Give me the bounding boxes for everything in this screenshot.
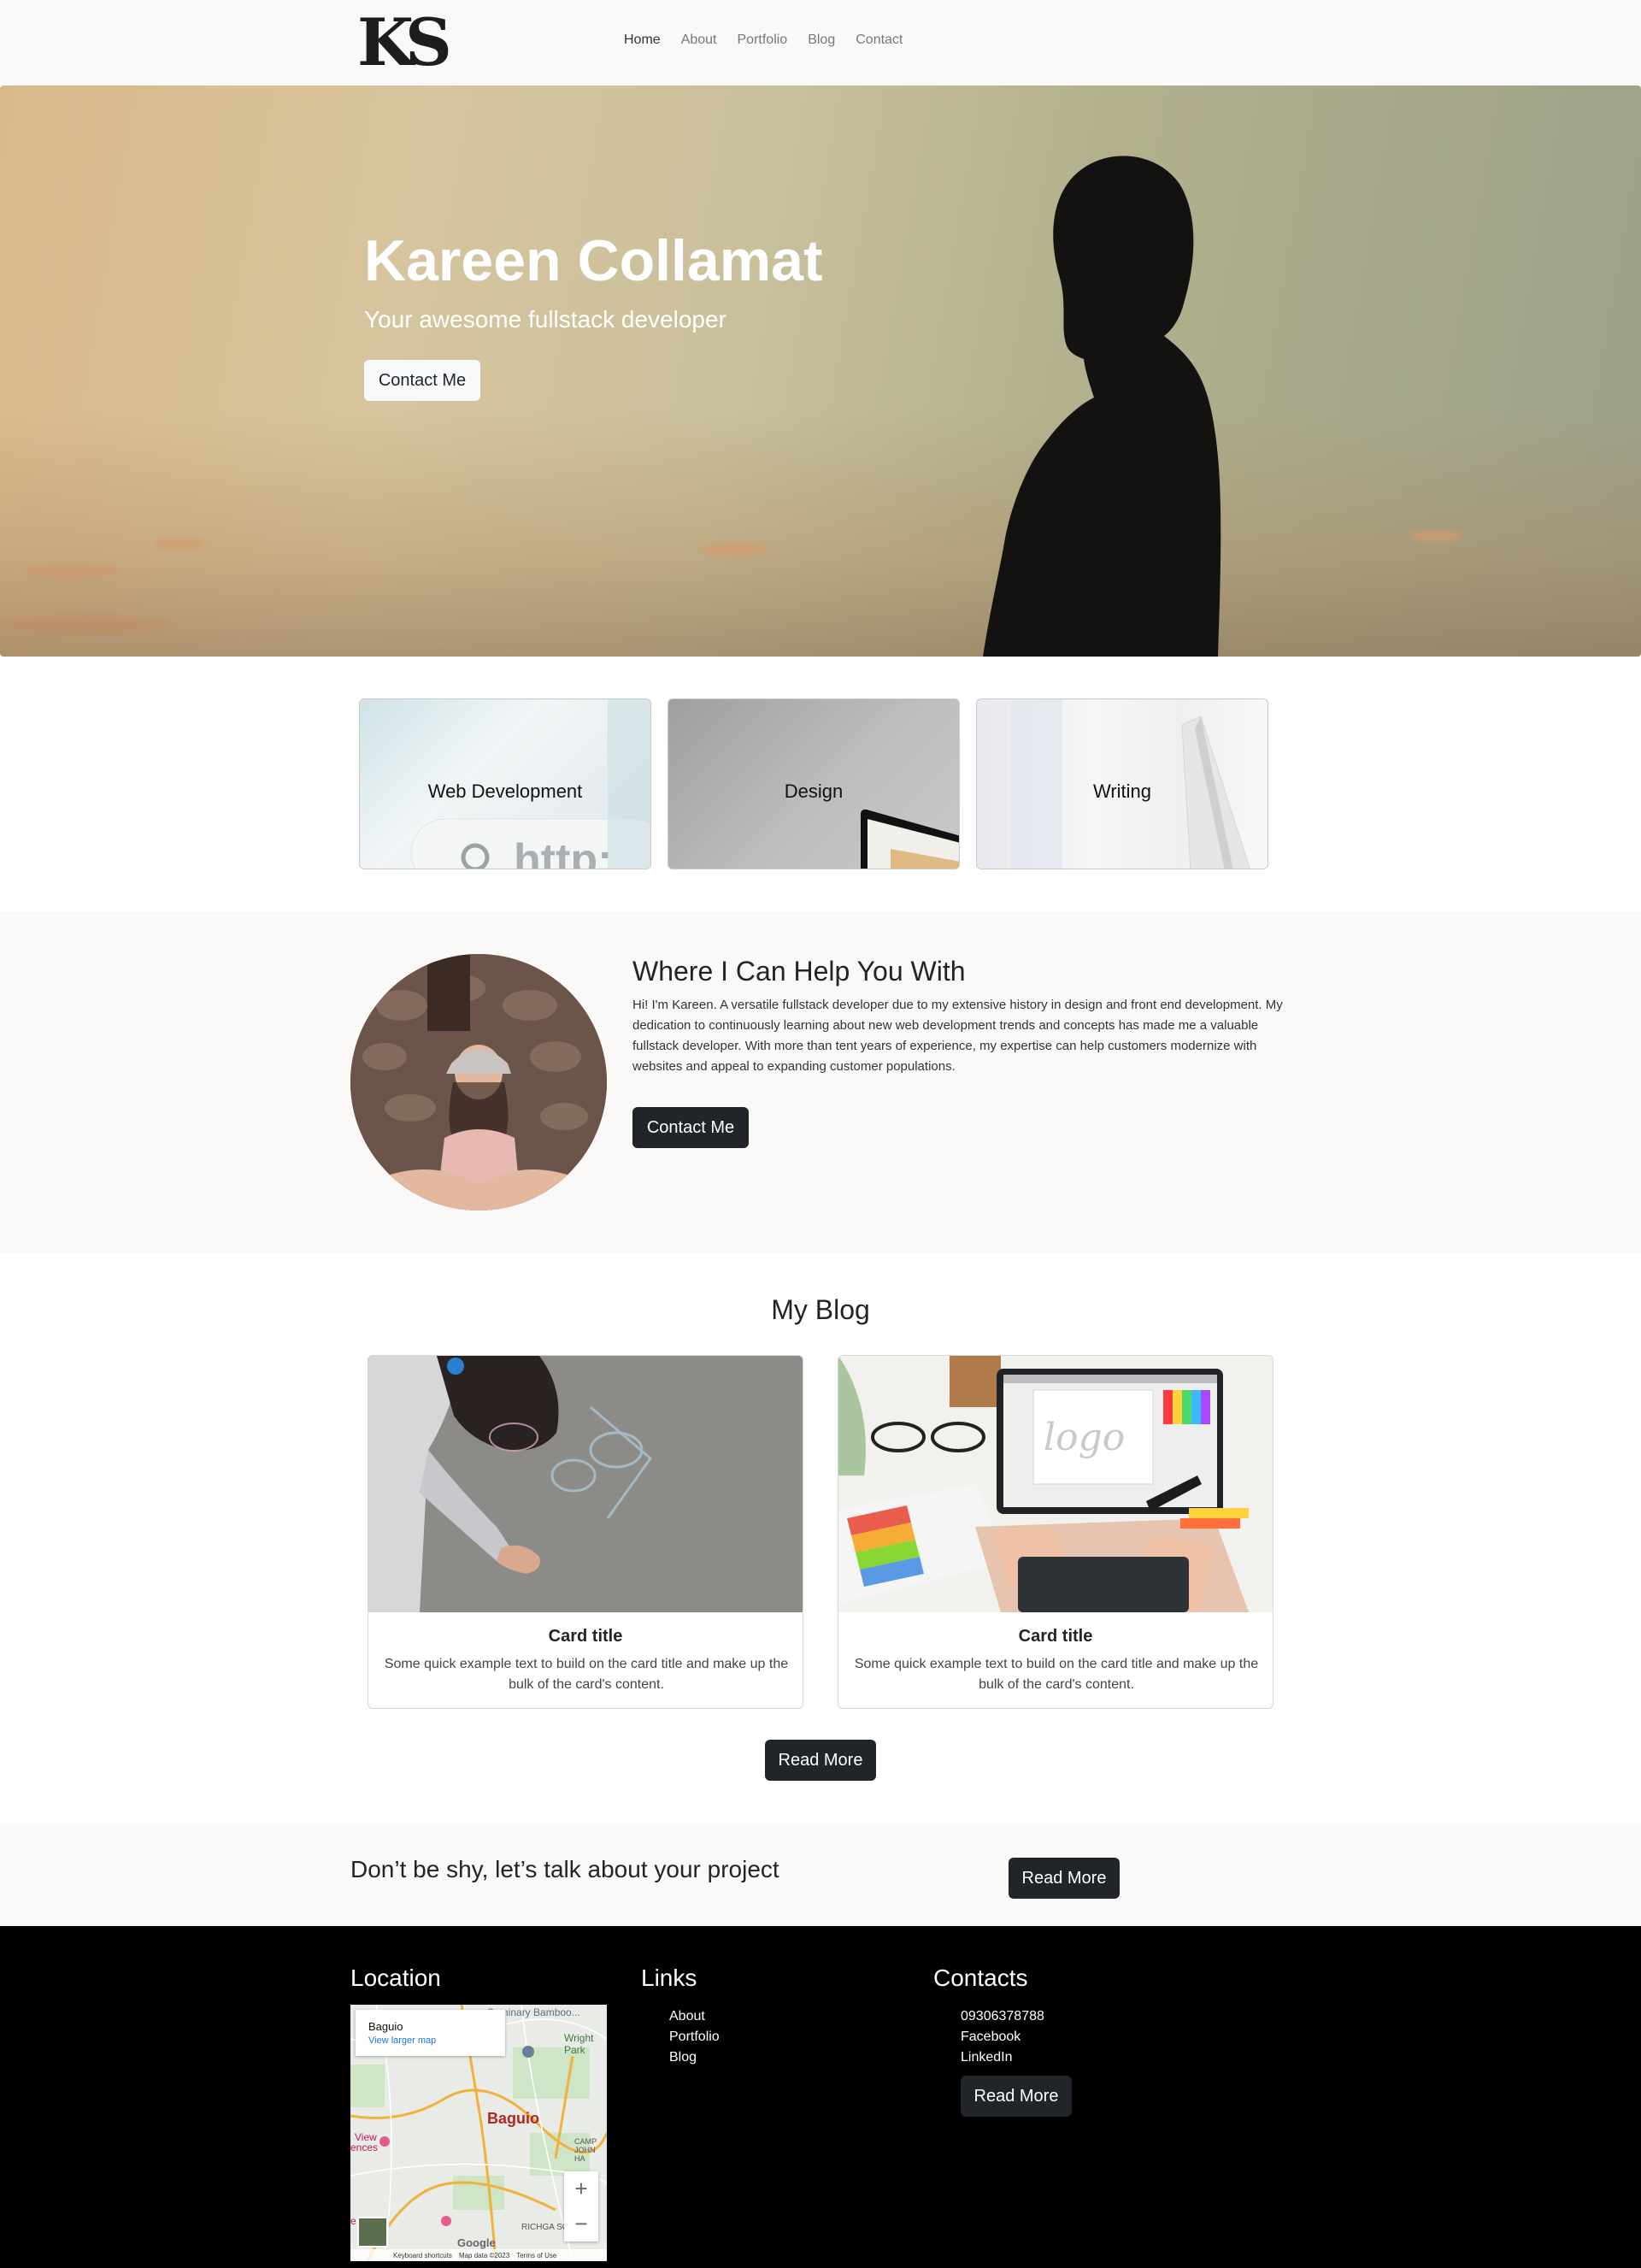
service-card-design[interactable]: Design bbox=[668, 698, 960, 869]
nav-blog[interactable]: Blog bbox=[808, 32, 835, 48]
card-title: Card title bbox=[1018, 1627, 1093, 1646]
card-text: Some quick example text to build on the … bbox=[854, 1657, 1259, 1692]
hero-title: Kareen Collamat bbox=[364, 228, 823, 293]
footer-contact-phone[interactable]: 09306378788 bbox=[961, 2006, 1044, 2027]
hero-subtitle: Your awesome fullstack developer bbox=[364, 306, 726, 333]
footer-link-blog[interactable]: Blog bbox=[669, 2047, 720, 2068]
cta-read-more-button[interactable]: Read More bbox=[1009, 1858, 1120, 1899]
service-label: Writing bbox=[1092, 781, 1152, 802]
site-logo[interactable]: KS bbox=[357, 10, 452, 75]
cta-section: Don’t be shy, let’s talk about your proj… bbox=[0, 1823, 1641, 1926]
nav-contact[interactable]: Contact bbox=[856, 32, 903, 48]
footer-contact-facebook[interactable]: Facebook bbox=[961, 2027, 1044, 2047]
service-card-web-development[interactable]: http: Web Development bbox=[359, 698, 651, 869]
nav-portfolio[interactable]: Portfolio bbox=[738, 32, 788, 48]
nav-home[interactable]: Home bbox=[624, 32, 661, 48]
map-info-card: Baguio View larger map bbox=[356, 2010, 505, 2056]
about-contact-button[interactable]: Contact Me bbox=[632, 1107, 749, 1148]
map-zoom-control: + − bbox=[564, 2171, 598, 2241]
card-text: Some quick example text to build on the … bbox=[384, 1657, 789, 1692]
cloud-decor bbox=[0, 616, 171, 634]
card-title: Card title bbox=[548, 1627, 623, 1646]
cta-text: Don’t be shy, let’s talk about your proj… bbox=[350, 1856, 779, 1882]
satellite-toggle-thumbnail[interactable] bbox=[357, 2217, 388, 2247]
profile-photo bbox=[350, 954, 607, 1211]
blog-read-more-button[interactable]: Read More bbox=[765, 1740, 876, 1781]
about-section: Where I Can Help You With Hi! I'm Kareen… bbox=[0, 911, 1641, 1253]
hero-banner: Kareen Collamat Your awesome fullstack d… bbox=[0, 85, 1641, 657]
cloud-decor bbox=[26, 564, 120, 578]
footer: Location Links Contacts Seminary Bamboo.… bbox=[0, 1926, 1641, 2268]
footer-links-title: Links bbox=[641, 1965, 697, 1991]
service-card-writing[interactable]: Writing bbox=[976, 698, 1268, 869]
google-logo: Google bbox=[457, 2236, 496, 2249]
service-label: Design bbox=[784, 781, 844, 802]
person-silhouette-image bbox=[983, 156, 1221, 657]
hero-contact-button[interactable]: Contact Me bbox=[364, 360, 480, 401]
blog-title: My Blog bbox=[771, 1294, 870, 1325]
about-paragraph: Hi! I'm Kareen. A versatile fullstack de… bbox=[632, 998, 1283, 1074]
map-data-text: Map data ©2023 bbox=[458, 2251, 510, 2259]
cloud-decor bbox=[701, 543, 769, 557]
keyboard-shortcuts-link[interactable]: Keyboard shortcuts bbox=[393, 2252, 452, 2259]
blog-card-image-chalk-drawing bbox=[368, 1356, 803, 1612]
map-place-label: ences bbox=[350, 2141, 379, 2153]
footer-link-about[interactable]: About bbox=[669, 2006, 720, 2027]
footer-read-more-button[interactable]: Read More bbox=[961, 2076, 1072, 2117]
map-place-label: Wright Park bbox=[564, 2032, 594, 2056]
zoom-out-button[interactable]: − bbox=[564, 2206, 598, 2241]
main-nav: Home About Portfolio Blog Contact bbox=[624, 32, 903, 48]
map-place-name: Baguio bbox=[368, 2020, 403, 2033]
map-place-label: CAMP JOHN HA bbox=[574, 2137, 597, 2163]
terms-link[interactable]: Terms of Use bbox=[516, 2252, 556, 2259]
svg-text:http:: http: bbox=[514, 835, 612, 869]
view-larger-map-link[interactable]: View larger map bbox=[368, 2035, 436, 2046]
svg-text:logo: logo bbox=[1044, 1416, 1125, 1459]
cloud-decor bbox=[1410, 530, 1462, 542]
navbar: KS Home About Portfolio Blog Contact bbox=[0, 0, 1641, 85]
footer-links-list: About Portfolio Blog bbox=[669, 2006, 720, 2068]
footer-contact-linkedin[interactable]: LinkedIn bbox=[961, 2047, 1044, 2068]
location-map[interactable]: Seminary Bamboo... Wright Park View ence… bbox=[350, 2005, 607, 2261]
map-city-label: Baguio bbox=[487, 2110, 539, 2127]
footer-location-title: Location bbox=[350, 1965, 441, 1991]
footer-link-portfolio[interactable]: Portfolio bbox=[669, 2027, 720, 2047]
footer-contacts-list: 09306378788 Facebook LinkedIn bbox=[961, 2006, 1044, 2068]
about-title: Where I Can Help You With bbox=[632, 956, 966, 987]
nav-about[interactable]: About bbox=[681, 32, 717, 48]
footer-contacts-title: Contacts bbox=[933, 1965, 1028, 1991]
service-label: Web Development bbox=[427, 781, 583, 802]
blog-card[interactable]: logo Card title Some quick example text … bbox=[838, 1355, 1273, 1709]
blog-card[interactable]: Card title Some quick example text to bu… bbox=[368, 1355, 803, 1709]
cloud-decor bbox=[154, 539, 205, 551]
logo-mark: KS bbox=[357, 4, 452, 80]
zoom-in-button[interactable]: + bbox=[564, 2171, 598, 2206]
blog-card-image-logo-design: logo bbox=[838, 1356, 1273, 1612]
map-attribution-bar: Keyboard shortcuts Map data ©2023 Terms … bbox=[350, 2249, 607, 2261]
